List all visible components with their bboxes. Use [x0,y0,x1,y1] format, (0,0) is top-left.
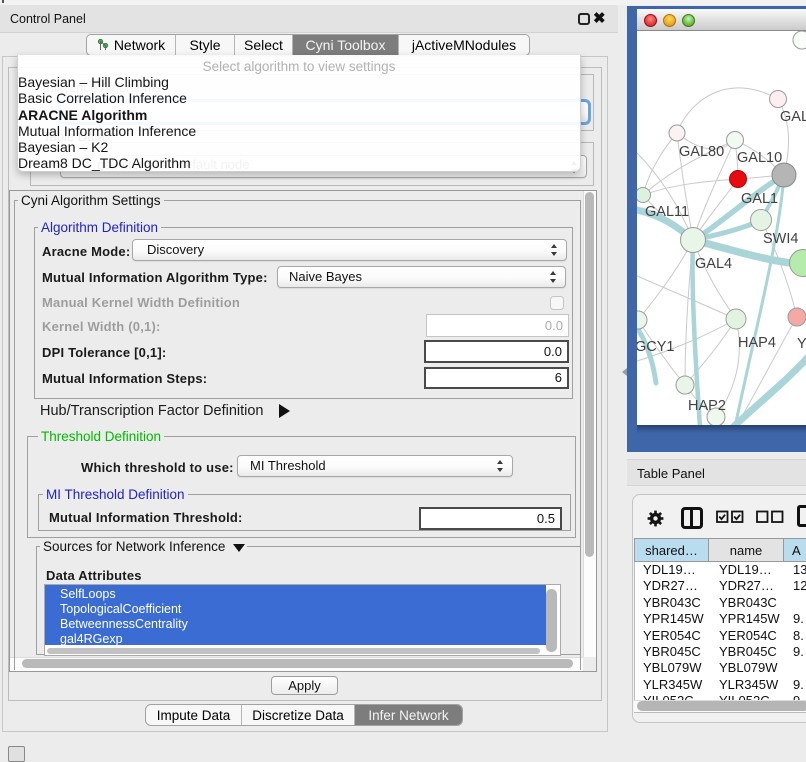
svg-text:GCY1: GCY1 [637,339,675,355]
svg-text:GAL4: GAL4 [695,256,732,272]
svg-text:HAP4: HAP4 [738,335,776,351]
svg-text:SWI4: SWI4 [763,231,798,247]
svg-text:GAL80: GAL80 [679,144,724,160]
svg-text:GAL10: GAL10 [737,150,782,166]
svg-text:GAL1: GAL1 [741,191,778,207]
svg-text:GAL: GAL [780,109,806,125]
svg-text:Y: Y [797,336,806,352]
svg-text:GAL11: GAL11 [645,204,689,220]
svg-text:HAP2: HAP2 [688,398,726,414]
